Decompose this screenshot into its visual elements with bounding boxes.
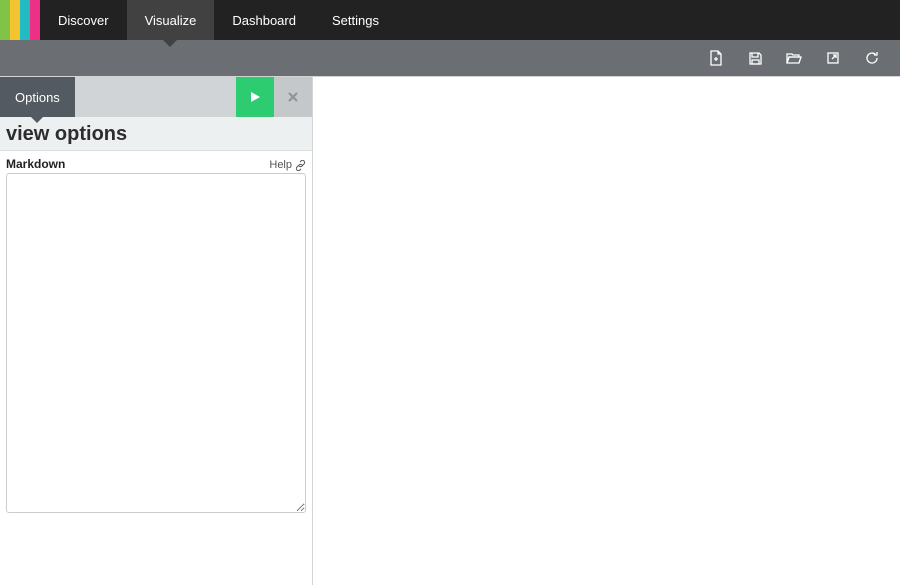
brand-stripe	[0, 0, 10, 40]
link-icon	[295, 160, 306, 171]
main-row: Options view options Markdown Help	[0, 76, 900, 585]
visualization-canvas	[313, 77, 900, 585]
help-label: Help	[269, 159, 292, 171]
top-nav: Discover Visualize Dashboard Settings	[0, 0, 900, 40]
close-icon	[288, 92, 298, 102]
markdown-input[interactable]	[6, 173, 306, 513]
refresh-button[interactable]	[854, 40, 890, 76]
share-button[interactable]	[815, 40, 851, 76]
open-button[interactable]	[776, 40, 812, 76]
sidebar-spacer	[75, 77, 236, 117]
refresh-icon	[865, 51, 880, 65]
markdown-editor-wrap	[0, 173, 312, 585]
run-button[interactable]	[236, 77, 274, 117]
markdown-field-header: Markdown Help	[0, 151, 312, 173]
brand-stripe	[30, 0, 40, 40]
sidebar-panel: Options view options Markdown Help	[0, 77, 313, 585]
folder-open-icon	[786, 51, 803, 65]
brand-stripe	[20, 0, 30, 40]
sidebar-tabs: Options	[0, 77, 312, 117]
nav-tab-settings[interactable]: Settings	[314, 0, 397, 40]
share-icon	[826, 51, 840, 65]
nav-tab-discover[interactable]: Discover	[40, 0, 127, 40]
nav-tab-dashboard[interactable]: Dashboard	[214, 0, 314, 40]
nav-tab-visualize[interactable]: Visualize	[127, 0, 215, 40]
section-title: view options	[0, 117, 312, 151]
close-button[interactable]	[274, 77, 312, 117]
brand-logo	[0, 0, 40, 40]
markdown-label: Markdown	[6, 157, 65, 171]
new-button[interactable]	[698, 40, 734, 76]
brand-stripe	[10, 0, 20, 40]
new-doc-icon	[709, 50, 723, 66]
play-icon	[250, 91, 261, 103]
save-button[interactable]	[737, 40, 773, 76]
markdown-help-link[interactable]: Help	[269, 159, 306, 171]
nav-tabs: Discover Visualize Dashboard Settings	[40, 0, 397, 40]
save-icon	[748, 51, 763, 66]
action-toolbar	[0, 40, 900, 76]
sidebar-tab-options[interactable]: Options	[0, 77, 75, 117]
